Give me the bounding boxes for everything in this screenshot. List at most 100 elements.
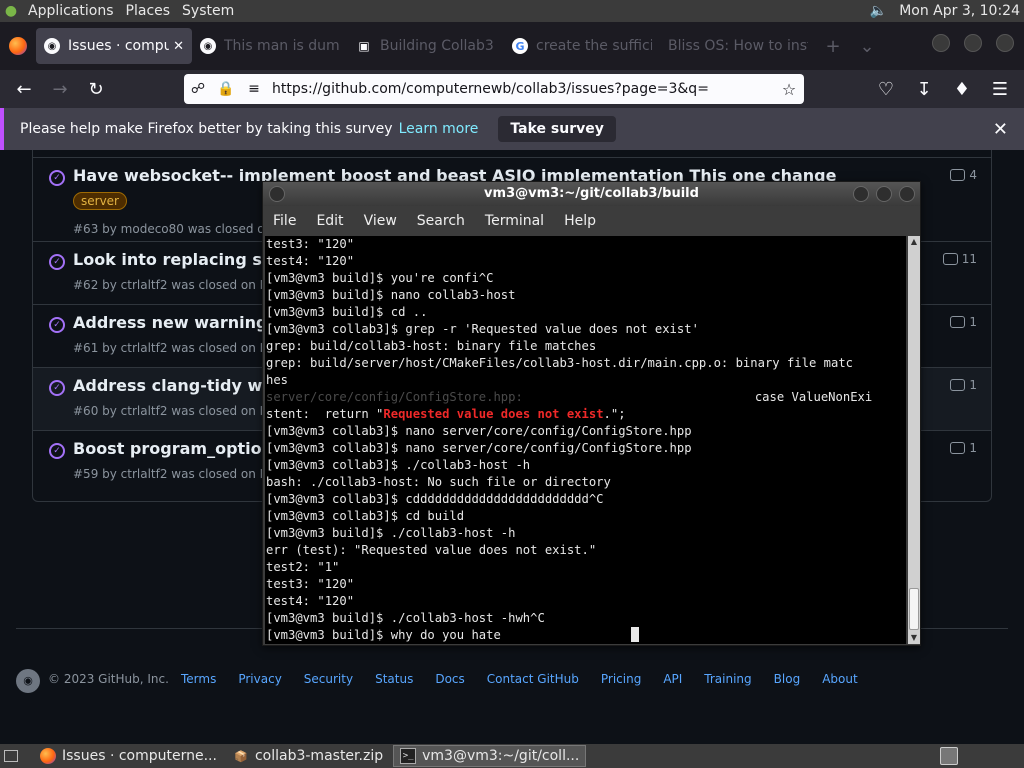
footer-link-security[interactable]: Security bbox=[304, 672, 353, 686]
task-terminal[interactable]: >_ vm3@vm3:~/git/coll... bbox=[393, 745, 587, 767]
closed-issue-icon: ✓ bbox=[49, 254, 65, 270]
permissions-icon[interactable]: ≡ bbox=[240, 81, 268, 97]
terminal-scrollbar[interactable]: ▲ ▼ bbox=[908, 236, 920, 644]
volume-icon[interactable]: 🔈 bbox=[862, 3, 895, 19]
menu-terminal[interactable]: Terminal bbox=[475, 213, 554, 229]
comment-count[interactable]: 1 bbox=[950, 441, 977, 455]
footer-link-privacy[interactable]: Privacy bbox=[238, 672, 281, 686]
minimize-button[interactable] bbox=[853, 186, 869, 202]
issue-label[interactable]: server bbox=[73, 192, 127, 210]
menu-file[interactable]: File bbox=[263, 213, 306, 229]
github-icon: ◉ bbox=[44, 38, 60, 54]
menu-view[interactable]: View bbox=[354, 213, 407, 229]
show-desktop-icon[interactable] bbox=[0, 744, 22, 768]
window-menu-button[interactable] bbox=[269, 186, 285, 202]
close-notification-icon[interactable]: ✕ bbox=[993, 119, 1008, 140]
github-logo-icon[interactable]: ◉ bbox=[16, 669, 40, 693]
terminal-line: [vm3@vm3 build]$ ./collab3-host -h bbox=[266, 526, 516, 540]
tab-bliss-os[interactable]: Bliss OS: How to install bbox=[660, 28, 816, 64]
terminal-line: hes bbox=[266, 373, 289, 387]
terminal-titlebar[interactable]: vm3@vm3:~/git/collab3/build bbox=[263, 182, 920, 206]
maximize-button[interactable] bbox=[964, 34, 982, 52]
learn-more-link[interactable]: Learn more bbox=[399, 121, 479, 137]
grep-tail: ."; bbox=[603, 407, 626, 421]
tab-label: create the sufficient bbox=[536, 38, 652, 54]
footer-link-docs[interactable]: Docs bbox=[435, 672, 464, 686]
tab-label: Issues · computernewb/collab3 bbox=[68, 38, 170, 54]
task-label: vm3@vm3:~/git/coll... bbox=[422, 748, 580, 764]
comment-count[interactable]: 1 bbox=[950, 378, 977, 392]
places-menu[interactable]: Places bbox=[120, 3, 177, 19]
close-tab-icon[interactable]: ✕ bbox=[173, 39, 184, 54]
grep-match: Requested value does not exist bbox=[383, 407, 604, 421]
minimize-button[interactable] bbox=[932, 34, 950, 52]
maximize-button[interactable] bbox=[876, 186, 892, 202]
scroll-up-icon[interactable]: ▲ bbox=[908, 236, 920, 248]
shield-icon[interactable]: ☍ bbox=[184, 81, 212, 97]
comment-number: 1 bbox=[969, 315, 977, 329]
comment-icon bbox=[950, 379, 966, 391]
gnome-foot-icon[interactable]: ● bbox=[0, 0, 22, 22]
terminal-line: test3: "120" bbox=[266, 237, 355, 251]
trash-icon[interactable] bbox=[940, 747, 958, 765]
terminal-menubar: File Edit View Search Terminal Help bbox=[263, 206, 920, 236]
pocket-icon[interactable]: ♡ bbox=[868, 73, 904, 105]
menu-search[interactable]: Search bbox=[407, 213, 475, 229]
tab-google-search[interactable]: G create the sufficient bbox=[504, 28, 660, 64]
reload-icon[interactable]: ↻ bbox=[78, 73, 114, 105]
issue-title[interactable]: Address new warnings a bbox=[73, 313, 293, 332]
forward-arrow-icon[interactable]: → bbox=[42, 73, 78, 105]
menu-edit[interactable]: Edit bbox=[306, 213, 353, 229]
footer-link-training[interactable]: Training bbox=[704, 672, 751, 686]
extensions-icon[interactable]: ♦ bbox=[944, 73, 980, 105]
system-menu[interactable]: System bbox=[176, 3, 240, 19]
terminal-line: [vm3@vm3 build]$ nano collab3-host bbox=[266, 288, 516, 302]
grep-case: case ValueNonExi bbox=[754, 390, 873, 404]
terminal-line: [vm3@vm3 collab3]$ cd build bbox=[266, 509, 465, 523]
terminal-line: bash: ./collab3-host: No such file or di… bbox=[266, 475, 611, 489]
terminal-prompt-line[interactable]: [vm3@vm3 build]$ why do you hate bbox=[266, 627, 906, 644]
archive-icon: 📦 bbox=[234, 749, 248, 763]
menu-help[interactable]: Help bbox=[554, 213, 606, 229]
terminal-window[interactable]: vm3@vm3:~/git/collab3/build File Edit Vi… bbox=[262, 181, 921, 646]
list-tabs-icon[interactable]: ⌄ bbox=[850, 28, 884, 64]
footer-link-pricing[interactable]: Pricing bbox=[601, 672, 641, 686]
footer-link-status[interactable]: Status bbox=[375, 672, 413, 686]
downloads-icon[interactable]: ↧ bbox=[906, 73, 942, 105]
comment-count[interactable]: 11 bbox=[942, 252, 977, 266]
url-bar[interactable]: ☍ 🔒 ≡ https://github.com/computernewb/co… bbox=[184, 74, 804, 104]
bookmark-star-icon[interactable]: ☆ bbox=[774, 80, 804, 99]
hamburger-menu-icon[interactable]: ☰ bbox=[982, 73, 1018, 105]
firefox-view-icon[interactable] bbox=[0, 22, 36, 70]
terminal-line: test3: "120" bbox=[266, 577, 355, 591]
applications-menu[interactable]: Applications bbox=[22, 3, 120, 19]
footer-link-contact[interactable]: Contact GitHub bbox=[487, 672, 579, 686]
task-archive[interactable]: 📦 collab3-master.zip bbox=[227, 745, 389, 767]
terminal-line: test4: "120" bbox=[266, 254, 355, 268]
tab-issues[interactable]: ◉ Issues · computernewb/collab3 ✕ bbox=[36, 28, 192, 64]
comment-count[interactable]: 1 bbox=[950, 315, 977, 329]
footer-link-blog[interactable]: Blog bbox=[774, 672, 801, 686]
take-survey-button[interactable]: Take survey bbox=[498, 116, 616, 142]
new-tab-icon[interactable]: + bbox=[816, 28, 850, 64]
tab-this-man[interactable]: ◉ This man is dumb bbox=[192, 28, 348, 64]
lock-icon[interactable]: 🔒 bbox=[212, 81, 240, 97]
tab-building-collab3[interactable]: ▣ Building Collab3 bbox=[348, 28, 504, 64]
terminal-line: test4: "120" bbox=[266, 594, 355, 608]
url-text[interactable]: https://github.com/computernewb/collab3/… bbox=[268, 81, 774, 97]
firefox-icon bbox=[40, 748, 56, 764]
close-window-button[interactable] bbox=[899, 186, 915, 202]
task-firefox[interactable]: Issues · computerne... bbox=[34, 745, 223, 767]
scrollbar-thumb[interactable] bbox=[909, 588, 919, 630]
terminal-line: [vm3@vm3 collab3]$ nano server/core/conf… bbox=[266, 441, 692, 455]
close-window-button[interactable] bbox=[996, 34, 1014, 52]
scroll-down-icon[interactable]: ▼ bbox=[908, 632, 920, 644]
footer-link-about[interactable]: About bbox=[822, 672, 857, 686]
comment-count[interactable]: 4 bbox=[950, 168, 977, 182]
footer-link-terms[interactable]: Terms bbox=[181, 672, 216, 686]
back-arrow-icon[interactable]: ← bbox=[6, 73, 42, 105]
grep-wrap: stent: return " bbox=[266, 407, 384, 421]
footer-link-api[interactable]: API bbox=[663, 672, 682, 686]
terminal-output[interactable]: test3: "120" test4: "120" [vm3@vm3 build… bbox=[265, 236, 906, 644]
clock[interactable]: Mon Apr 3, 10:24 bbox=[895, 3, 1024, 19]
